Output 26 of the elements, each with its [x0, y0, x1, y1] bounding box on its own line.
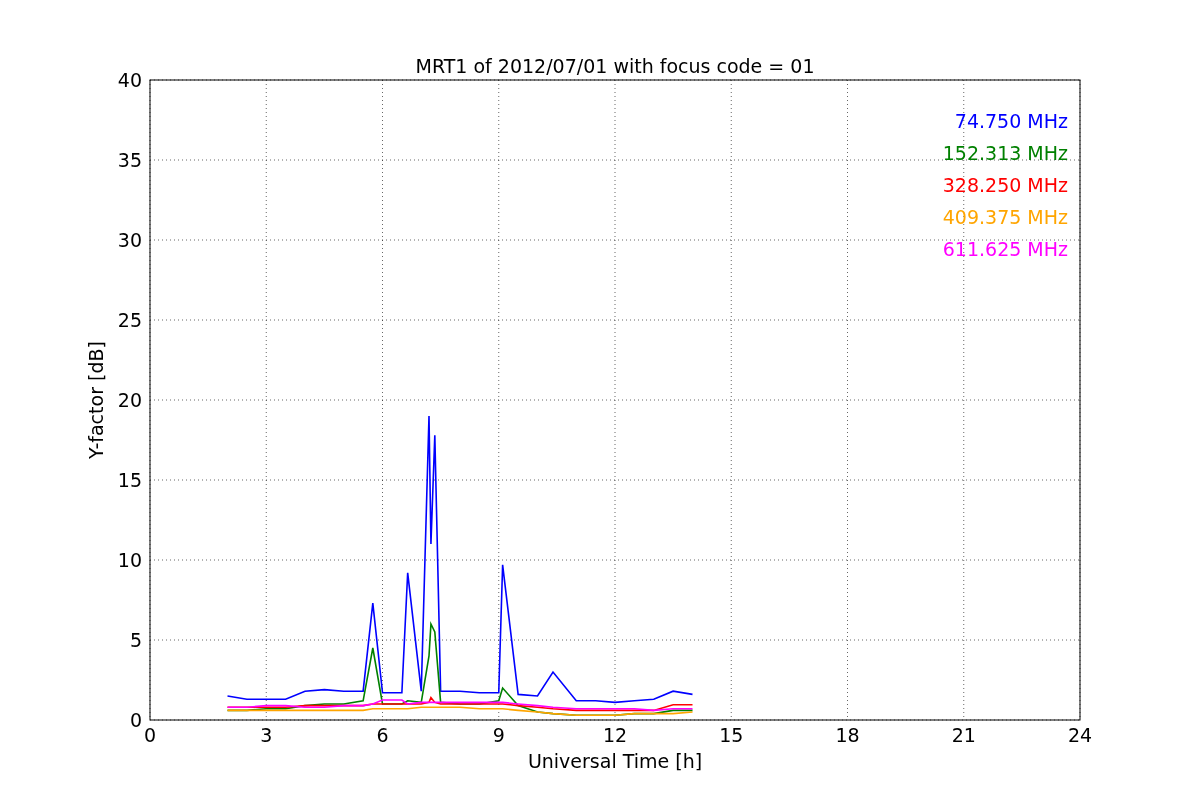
y-tick-label: 5 [129, 629, 142, 651]
y-tick-label: 20 [117, 389, 142, 411]
legend-label: 328.250 MHz [942, 174, 1068, 196]
chart-title: MRT1 of 2012/07/01 with focus code = 01 [415, 55, 815, 77]
x-tick-label: 18 [835, 724, 860, 746]
x-tick-label: 3 [260, 724, 273, 746]
y-axis-label: Y-factor [dB] [85, 341, 107, 459]
y-tick-label: 35 [117, 149, 142, 171]
x-tick-label: 21 [951, 724, 976, 746]
legend-label: 74.750 MHz [954, 110, 1068, 132]
y-tick-label: 15 [117, 469, 142, 491]
x-axis-label: Universal Time [h] [527, 750, 703, 772]
y-tick-label: 25 [117, 309, 142, 331]
y-tick-label: 40 [117, 69, 142, 91]
x-tick-label: 0 [143, 724, 157, 746]
x-tick-label: 9 [492, 724, 505, 746]
x-tick-label: 15 [719, 724, 744, 746]
x-tick-label: 6 [376, 724, 389, 746]
legend-label: 409.375 MHz [942, 206, 1068, 228]
legend-label: 611.625 MHz [942, 238, 1068, 260]
x-tick-label: 12 [602, 724, 628, 746]
y-tick-label: 10 [117, 549, 142, 571]
legend-label: 152.313 MHz [942, 142, 1068, 164]
y-tick-label: 30 [117, 229, 142, 251]
y-tick-label: 0 [129, 709, 142, 731]
x-tick-label: 24 [1067, 724, 1093, 746]
